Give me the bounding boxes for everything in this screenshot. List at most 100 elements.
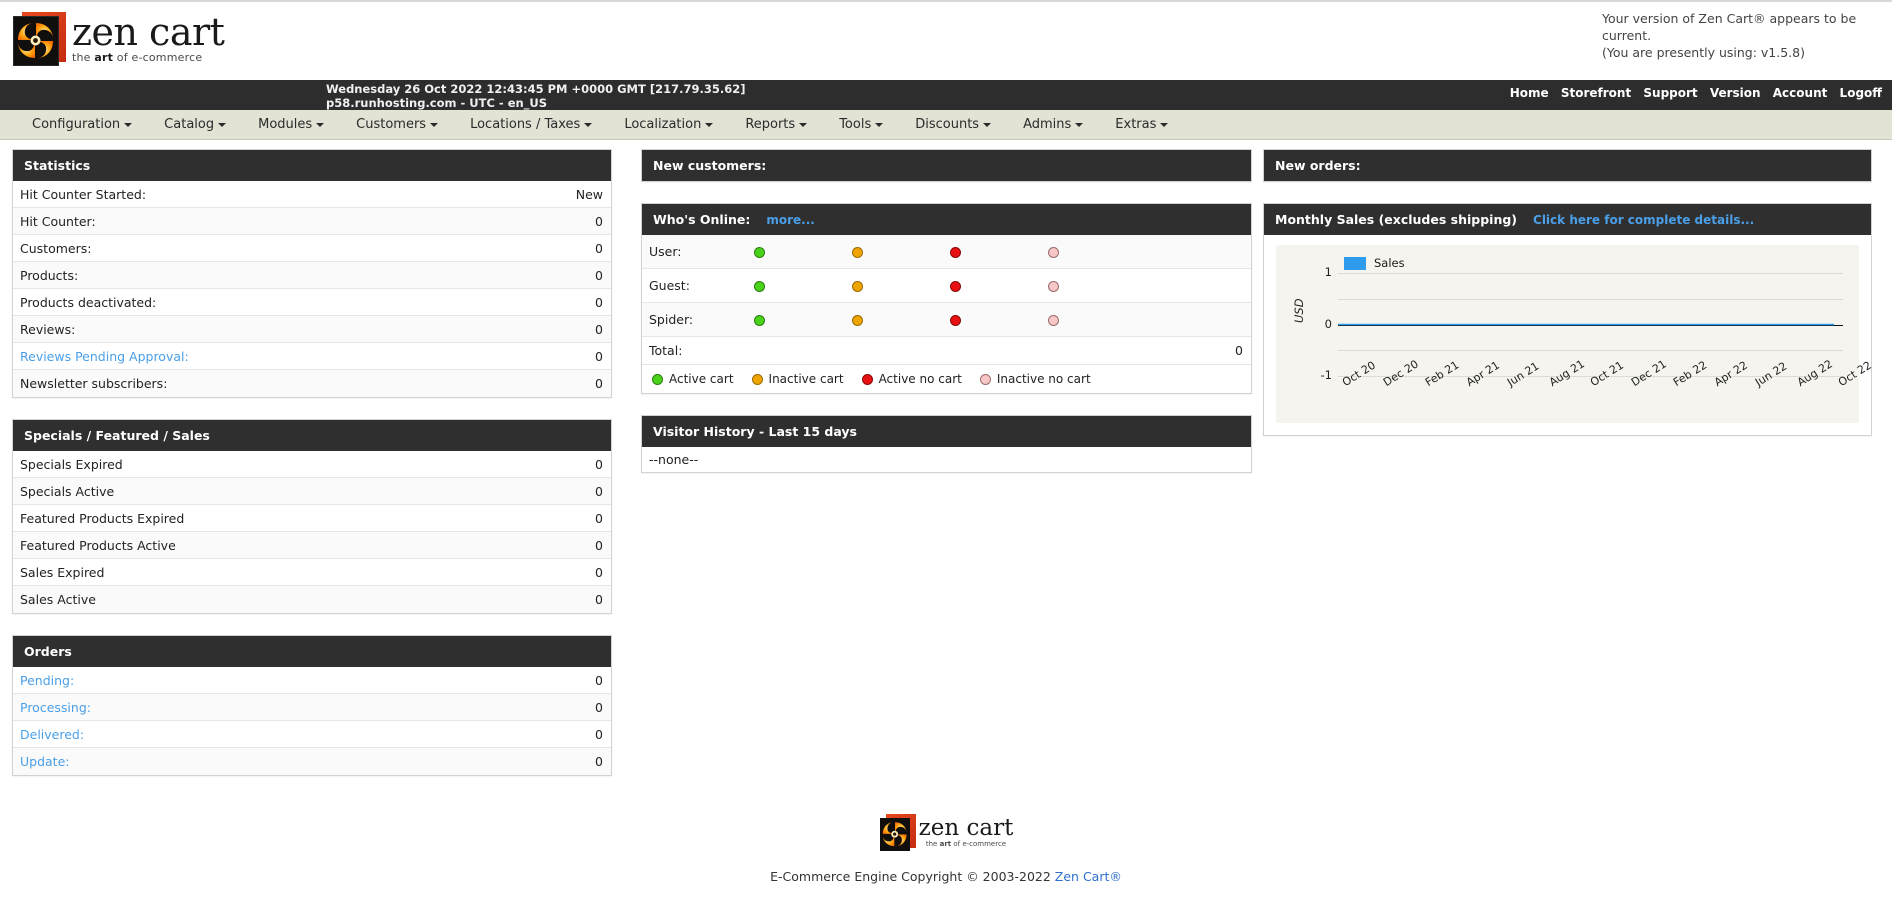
nav-link-version[interactable]: Version bbox=[1710, 86, 1761, 100]
table-row[interactable]: Pending:0 bbox=[13, 667, 611, 694]
menu-item-reports[interactable]: Reports bbox=[729, 113, 823, 136]
legend-item-inactive-cart: Inactive cart bbox=[752, 372, 844, 386]
chart-x-ticks: Oct 20Dec 20Feb 21Apr 21Jun 21Aug 21Oct … bbox=[1334, 376, 1851, 420]
table-row: Hit Counter:0 bbox=[13, 208, 611, 235]
admin-nav-links[interactable]: Home Storefront Support Version Account … bbox=[1502, 86, 1882, 100]
chart-legend-swatch-sales bbox=[1344, 257, 1366, 270]
menu-item-modules[interactable]: Modules bbox=[242, 113, 340, 136]
table-row[interactable]: Reviews Pending Approval:0 bbox=[13, 343, 611, 370]
chevron-down-icon bbox=[316, 123, 324, 127]
status-dot-inactive-cart-icon bbox=[852, 315, 863, 326]
nav-link-home[interactable]: Home bbox=[1510, 86, 1549, 100]
whos-online-row-user: User: bbox=[642, 235, 1251, 269]
legend-label: Inactive no cart bbox=[997, 372, 1091, 386]
monthly-sales-chart[interactable]: Sales USD 10-1 Oct 20Dec 20Feb 21Apr 21J… bbox=[1276, 245, 1859, 423]
copyright-zen-cart-link[interactable]: Zen Cart® bbox=[1055, 869, 1122, 884]
right-column: New orders: Monthly Sales (excludes ship… bbox=[1252, 149, 1872, 457]
version-notice-line1: Your version of Zen Cart® appears to be … bbox=[1602, 11, 1892, 45]
chart-gridline bbox=[1338, 299, 1843, 300]
table-row: Sales Expired0 bbox=[13, 559, 611, 586]
menu-item-tools[interactable]: Tools bbox=[823, 113, 899, 136]
row-label: Featured Products Expired bbox=[20, 511, 184, 526]
orders-update-link[interactable]: Update: bbox=[20, 754, 69, 769]
chart-legend-label-sales: Sales bbox=[1374, 256, 1405, 270]
row-label: Reviews: bbox=[20, 322, 75, 337]
new-customers-panel: New customers: bbox=[641, 149, 1252, 182]
row-label: Products deactivated: bbox=[20, 295, 156, 310]
row-label: Guest: bbox=[649, 278, 754, 293]
table-row: Products deactivated:0 bbox=[13, 289, 611, 316]
menu-label: Extras bbox=[1115, 117, 1156, 132]
row-value: 0 bbox=[595, 754, 603, 769]
menu-label: Reports bbox=[745, 117, 795, 132]
version-notice-line2: (You are presently using: v1.5.8) bbox=[1602, 45, 1892, 62]
whos-online-panel: Who's Online: more... User: Guest: bbox=[641, 203, 1252, 394]
main-menu-bar[interactable]: Configuration Catalog Modules Customers … bbox=[0, 110, 1892, 140]
status-cell-active-no-cart bbox=[950, 312, 1048, 327]
chevron-down-icon bbox=[430, 123, 438, 127]
menu-item-locations-taxes[interactable]: Locations / Taxes bbox=[454, 113, 608, 136]
menu-item-admins[interactable]: Admins bbox=[1007, 113, 1099, 136]
table-row[interactable]: Delivered:0 bbox=[13, 721, 611, 748]
orders-delivered-link[interactable]: Delivered: bbox=[20, 727, 84, 742]
status-dot-inactive-no-cart-icon bbox=[1048, 315, 1059, 326]
visitor-history-panel-header: Visitor History - Last 15 days bbox=[642, 416, 1251, 447]
chart-x-tick-label: Aug 22 bbox=[1795, 357, 1835, 389]
new-customers-panel-header: New customers: bbox=[642, 150, 1251, 181]
copyright-prefix: E-Commerce Engine Copyright © 2003-2022 bbox=[770, 869, 1055, 884]
menu-label: Admins bbox=[1023, 117, 1071, 132]
orders-processing-link[interactable]: Processing: bbox=[20, 700, 91, 715]
menu-label: Localization bbox=[624, 117, 701, 132]
chart-gridline bbox=[1338, 350, 1843, 351]
legend-dot-active-cart-icon bbox=[652, 374, 663, 385]
menu-item-discounts[interactable]: Discounts bbox=[899, 113, 1007, 136]
nav-link-support[interactable]: Support bbox=[1643, 86, 1697, 100]
table-row[interactable]: Processing: 0 bbox=[13, 694, 611, 721]
table-row: Sales Active0 bbox=[13, 586, 611, 613]
statistics-panel-body: Hit Counter Started:New Hit Counter:0 Cu… bbox=[13, 181, 611, 397]
statistics-panel-header: Statistics bbox=[13, 150, 611, 181]
footer-brand-name: zen cart bbox=[919, 817, 1014, 840]
zen-cart-logo[interactable]: zen cart the art of e-commerce bbox=[12, 10, 224, 66]
status-dot-active-cart-icon bbox=[754, 281, 765, 292]
menu-item-extras[interactable]: Extras bbox=[1099, 113, 1184, 136]
menu-label: Catalog bbox=[164, 117, 214, 132]
whos-online-more-link[interactable]: more... bbox=[766, 213, 814, 227]
new-orders-panel-header: New orders: bbox=[1264, 150, 1871, 181]
footer-logo[interactable]: zen cart the art of e-commerce bbox=[879, 813, 1014, 851]
chart-x-tick-label: Apr 22 bbox=[1712, 359, 1750, 389]
legend-item-active-no-cart: Active no cart bbox=[862, 372, 962, 386]
table-row: Featured Products Expired0 bbox=[13, 505, 611, 532]
reviews-pending-approval-link[interactable]: Reviews Pending Approval: bbox=[20, 349, 189, 364]
footer-zen-cart-swirl-icon bbox=[879, 813, 917, 851]
menu-item-customers[interactable]: Customers bbox=[340, 113, 454, 136]
chart-y-tick-label: 1 bbox=[1314, 265, 1332, 279]
row-label: Spider: bbox=[649, 312, 754, 327]
menu-label: Tools bbox=[839, 117, 871, 132]
status-cell-inactive-no-cart bbox=[1048, 244, 1146, 259]
chevron-down-icon bbox=[1160, 123, 1168, 127]
menu-item-catalog[interactable]: Catalog bbox=[148, 113, 242, 136]
row-value: 0 bbox=[595, 538, 603, 553]
menu-item-configuration[interactable]: Configuration bbox=[16, 113, 148, 136]
whos-online-total-row: Total: 0 bbox=[642, 337, 1251, 365]
specials-panel-title: Specials / Featured / Sales bbox=[24, 428, 210, 443]
row-value: 0 bbox=[595, 700, 603, 715]
monthly-sales-details-link[interactable]: Click here for complete details... bbox=[1533, 213, 1754, 227]
table-row[interactable]: Update: 0 bbox=[13, 748, 611, 775]
status-cell-inactive-cart bbox=[852, 278, 950, 293]
row-label: Featured Products Active bbox=[20, 538, 176, 553]
chart-zero-axis-line bbox=[1338, 325, 1843, 327]
row-label: Hit Counter: bbox=[20, 214, 96, 229]
row-value: 0 bbox=[595, 322, 603, 337]
menu-item-localization[interactable]: Localization bbox=[608, 113, 729, 136]
legend-dot-inactive-no-cart-icon bbox=[980, 374, 991, 385]
orders-pending-link[interactable]: Pending: bbox=[20, 673, 74, 688]
nav-link-account[interactable]: Account bbox=[1773, 86, 1828, 100]
nav-link-logoff[interactable]: Logoff bbox=[1840, 86, 1882, 100]
chevron-down-icon bbox=[1075, 123, 1083, 127]
menu-label: Customers bbox=[356, 117, 426, 132]
orders-panel-header: Orders bbox=[13, 636, 611, 667]
nav-link-storefront[interactable]: Storefront bbox=[1561, 86, 1631, 100]
server-line: p58.runhosting.com - UTC - en_US bbox=[326, 96, 746, 110]
